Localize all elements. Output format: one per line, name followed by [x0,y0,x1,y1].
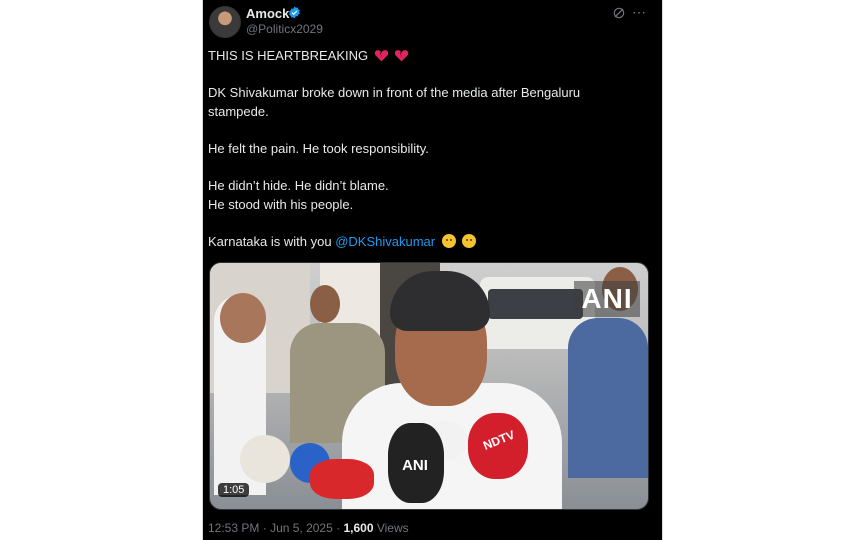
tweet-text: DK Shivakumar broke down in front of the… [208,85,581,100]
broken-heart-icon [374,50,388,62]
pleading-face-icon [462,234,477,248]
tweet-card: Amock @Politicx2029 ⋯ THIS IS HEARTBREAK… [202,0,663,540]
verified-badge-icon [289,6,300,19]
bystander [568,318,648,478]
tweet-text: He didn’t hide. He didn’t blame. [208,178,389,193]
video-duration: 1:05 [218,483,250,497]
broken-heart-icon [395,50,409,62]
tweet-text: He felt the pain. He took responsibility… [208,141,429,156]
avatar[interactable] [209,6,241,38]
microphone [310,459,374,499]
tweet-meta: 12:53 PM · Jun 5, 2025 · 1,600 Views [208,521,409,535]
microphone [240,435,290,483]
tweet-date[interactable]: Jun 5, 2025 [270,521,333,535]
meta-separator: · [262,521,267,535]
tweet-line-1: THIS IS HEARTBREAKING [208,47,648,65]
mic-label: ANI [402,457,428,474]
bystander-head [220,293,266,343]
tweet-text: Karnataka is with you [208,234,336,249]
car-window [488,289,583,319]
author-handle[interactable]: @Politicx2029 [246,22,323,36]
tweet-line-last: Karnataka is with you @DKShivakumar [208,233,648,251]
speaker-hair [390,271,490,331]
video-player[interactable]: ANI NDTV ANI 1:05 [209,262,649,510]
grok-icon[interactable] [612,6,626,20]
author-name[interactable]: Amock [246,6,289,21]
tweet-text: stampede. [208,104,269,119]
bystander-head [310,285,340,323]
mention-link[interactable]: @DKShivakumar [335,234,435,249]
tweet-time[interactable]: 12:53 PM [208,521,259,535]
meta-separator: · [336,521,341,535]
more-icon[interactable]: ⋯ [632,4,647,21]
tweet-text: He stood with his people. [208,197,354,212]
views-label: Views [376,521,409,535]
pleading-face-icon [441,234,456,248]
ani-watermark: ANI [574,281,640,317]
views-count: 1,600 [343,521,374,535]
tweet-text: THIS IS HEARTBREAKING [208,48,369,63]
